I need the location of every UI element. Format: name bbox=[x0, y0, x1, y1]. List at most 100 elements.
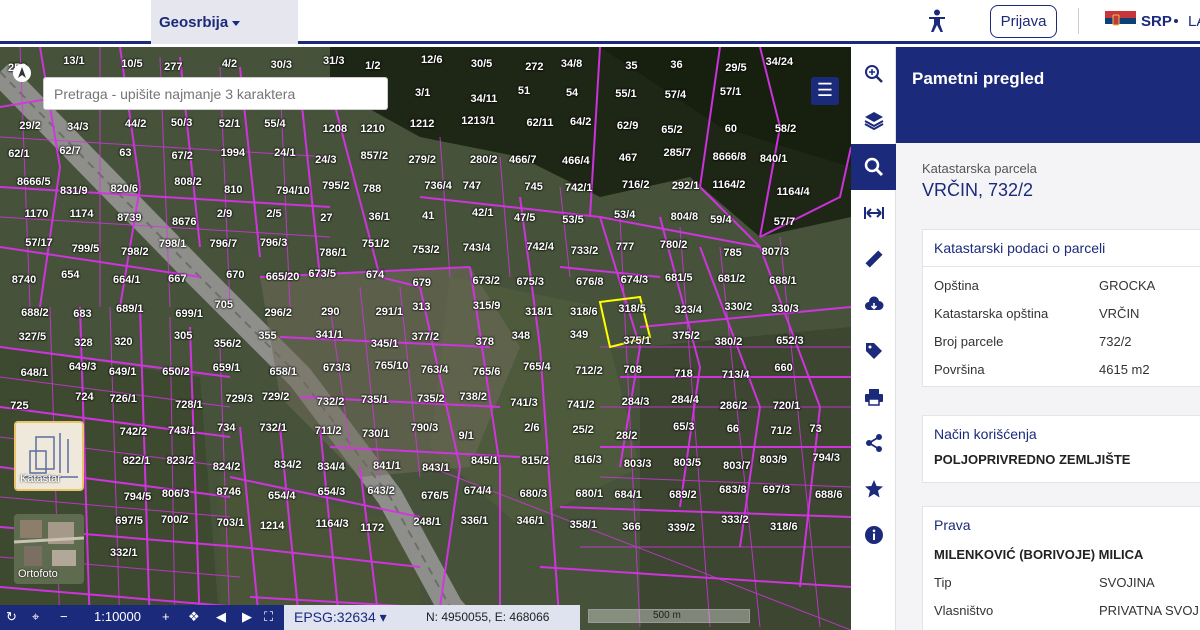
parcel-number-label: 794/10 bbox=[276, 185, 310, 198]
fit-extent-icon[interactable]: ❖ bbox=[188, 609, 200, 625]
parcel-number-label: 803/7 bbox=[723, 460, 751, 473]
parcel-number-label: 1208 bbox=[322, 123, 348, 136]
parcel-number-label: 713/4 bbox=[721, 368, 750, 381]
parcel-number-label: 44/2 bbox=[125, 118, 147, 131]
measure-distance-tool[interactable] bbox=[851, 190, 896, 236]
row-key: Tip bbox=[934, 575, 952, 590]
owner-name: MILENKOVIĆ (BORIVOJE) MILICA bbox=[934, 547, 1144, 562]
parcel-number-label: 377/2 bbox=[411, 331, 440, 344]
parcel-number-label: 795/2 bbox=[322, 179, 350, 192]
parcel-number-label: 380/2 bbox=[714, 336, 743, 349]
parcel-number-label: 765/4 bbox=[523, 360, 551, 373]
parcel-number-label: 734 bbox=[217, 422, 236, 435]
ruler-tool[interactable] bbox=[851, 236, 896, 282]
layer-tile-katastar[interactable]: Katastar bbox=[14, 421, 84, 491]
parcel-number-label: 729/2 bbox=[261, 390, 290, 403]
download-tool[interactable] bbox=[851, 282, 896, 328]
parcel-number-label: 42/1 bbox=[472, 206, 494, 219]
refresh-icon[interactable]: ↻ bbox=[6, 609, 17, 625]
ruler-icon bbox=[865, 250, 882, 268]
parcel-number-label: 318/5 bbox=[618, 302, 646, 315]
accessibility-icon[interactable] bbox=[927, 9, 947, 33]
parcel-number-label: 24/1 bbox=[274, 147, 296, 160]
parcel-number-label: 375/2 bbox=[672, 330, 700, 343]
parcel-number-label: 57/7 bbox=[773, 215, 796, 228]
epsg-selector[interactable]: EPSG:32634 ▾ bbox=[284, 605, 414, 630]
row-key: Katastarska opština bbox=[934, 306, 1049, 321]
rights-row: Tip SVOJINA bbox=[923, 568, 1200, 596]
parcel-number-label: 834/4 bbox=[317, 460, 345, 473]
parcel-number-label: 794/5 bbox=[123, 490, 152, 503]
parcel-number-label: 708 bbox=[623, 364, 642, 377]
favorite-tool[interactable] bbox=[851, 466, 896, 512]
zoom-out-icon[interactable]: − bbox=[60, 609, 68, 624]
map-search-input[interactable] bbox=[43, 77, 388, 110]
parcel-number-label: 349 bbox=[569, 329, 589, 342]
prev-view-icon[interactable]: ◀ bbox=[216, 609, 226, 625]
geosrbija-menu[interactable]: Geosrbija bbox=[151, 0, 298, 44]
zoom-in-icon[interactable]: + bbox=[162, 609, 170, 624]
map-view[interactable]: 25813/110/52774/230/331/31/212/630/52723… bbox=[0, 47, 851, 630]
parcel-number-label: 697/5 bbox=[115, 514, 143, 527]
coordinates-readout: N: 4950055, E: 468066 bbox=[414, 605, 580, 630]
row-value: SVOJINA bbox=[1099, 575, 1155, 590]
locate-icon[interactable]: ⌖ bbox=[32, 609, 39, 625]
parcel-number-label: 796/3 bbox=[259, 237, 288, 250]
parcel-number-label: 840/1 bbox=[759, 152, 788, 165]
parcel-number-label: 654/4 bbox=[267, 490, 296, 503]
parcel-number-label: 673/3 bbox=[322, 362, 351, 375]
parcel-number-label: 375/1 bbox=[623, 335, 651, 348]
layers-tool[interactable] bbox=[851, 97, 896, 143]
compass-icon[interactable] bbox=[13, 64, 31, 82]
parcel-number-label: 742/4 bbox=[526, 241, 554, 254]
parcel-number-label: 654/3 bbox=[317, 486, 346, 499]
parcel-number-label: 466/4 bbox=[562, 154, 590, 167]
parcel-number-label: 699/1 bbox=[175, 308, 203, 321]
parcel-number-label: 467 bbox=[618, 151, 638, 164]
parcel-number-label: 8739 bbox=[117, 211, 142, 224]
fullscreen-icon[interactable]: ⛶ bbox=[264, 609, 273, 625]
parcel-number-label: 65/2 bbox=[661, 123, 683, 136]
next-view-icon[interactable]: ▶ bbox=[242, 609, 252, 625]
share-tool[interactable] bbox=[851, 420, 896, 466]
tags-tool[interactable] bbox=[851, 328, 896, 374]
parcel-number-label: 729/3 bbox=[225, 393, 253, 406]
parcel-number-label: 743/4 bbox=[462, 241, 491, 254]
zoom-search-tool[interactable] bbox=[851, 51, 896, 97]
tags-icon bbox=[865, 343, 882, 359]
parcel-number-label: 1212 bbox=[409, 118, 435, 131]
parcel-number-label: 305 bbox=[173, 330, 193, 343]
layer-tile-ortofoto[interactable]: Ortofoto bbox=[14, 514, 84, 584]
parcel-number-label: 1172 bbox=[360, 521, 385, 534]
parcel-number-label: 648/1 bbox=[20, 367, 49, 380]
parcel-number-label: 751/2 bbox=[361, 238, 390, 251]
caret-down-icon bbox=[232, 20, 241, 26]
login-button[interactable]: Prijava bbox=[990, 5, 1057, 38]
search-tool[interactable] bbox=[851, 144, 896, 190]
parcel-number-label: 318/6 bbox=[570, 305, 598, 318]
parcel-number-label: 30/3 bbox=[270, 59, 293, 72]
map-controls-bar: ↻ ⌖ − 1:10000 + ❖ ◀ ▶ ⛶ bbox=[0, 605, 284, 630]
parcel-number-label: 315/9 bbox=[472, 299, 501, 312]
parcel-number-label: 290 bbox=[321, 305, 340, 318]
parcel-number-label: 807/3 bbox=[761, 246, 790, 259]
zoom-search-icon bbox=[864, 65, 883, 83]
parcel-number-label: 810 bbox=[224, 184, 243, 197]
parcel-number-label: 834/2 bbox=[273, 458, 302, 471]
parcel-number-label: 1213/1 bbox=[461, 115, 495, 128]
print-tool[interactable] bbox=[851, 374, 896, 420]
parcel-number-label: 725 bbox=[10, 400, 29, 412]
parcel-number-label: 670 bbox=[226, 268, 245, 281]
info-icon bbox=[864, 526, 883, 544]
parcel-number-label: 73 bbox=[809, 422, 822, 435]
hamburger-icon[interactable]: ☰ bbox=[811, 77, 839, 105]
parcel-number-label: 29/5 bbox=[725, 62, 747, 75]
geosrbija-menu-label: Geosrbija bbox=[159, 14, 229, 31]
parcel-number-label: 798/2 bbox=[121, 246, 149, 259]
language-selector[interactable]: SRP bbox=[1141, 13, 1172, 30]
parcel-number-label: 733/2 bbox=[570, 244, 599, 257]
language-option-latin[interactable]: LA bbox=[1188, 13, 1200, 30]
info-tool[interactable] bbox=[851, 512, 896, 558]
parcel-number-label: 822/1 bbox=[122, 455, 151, 468]
serbia-flag-icon bbox=[1105, 11, 1136, 31]
